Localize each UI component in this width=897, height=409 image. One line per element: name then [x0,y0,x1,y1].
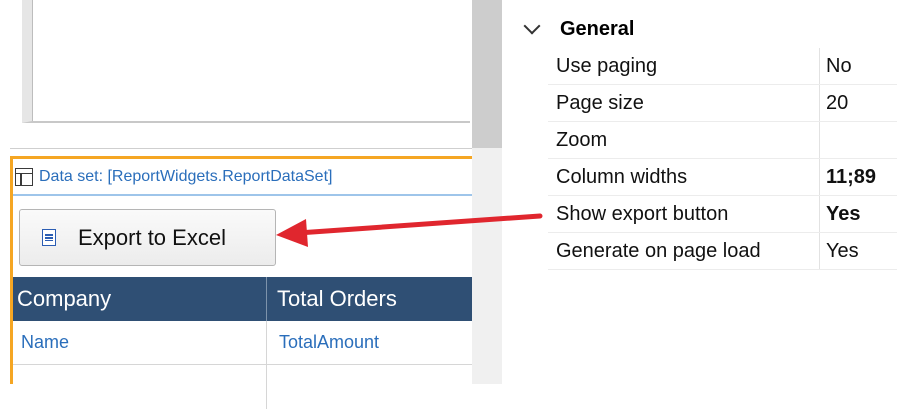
property-row-generate-on-page-load[interactable]: Generate on page load Yes [548,233,897,270]
scrollbar-thumb[interactable] [472,0,502,148]
property-value[interactable]: 20 [820,85,897,121]
property-grid: Use paging No Page size 20 Zoom Column w… [548,48,897,270]
property-value[interactable]: 11;89 [820,159,897,195]
property-value[interactable]: Yes [820,196,897,232]
designer-top-area [10,0,472,149]
property-name: Zoom [548,122,820,158]
property-value[interactable]: Yes [820,233,897,269]
property-row-show-export-button[interactable]: Show export button Yes [548,196,897,233]
grid-cell-name[interactable]: Name [13,321,267,364]
designer-pane: Data set: [ReportWidgets.ReportDataSet] … [0,0,472,409]
grid-header: Company Total Orders [13,277,472,321]
spreadsheet-icon [42,229,56,246]
property-name: Generate on page load [548,233,820,269]
property-row-page-size[interactable]: Page size 20 [548,85,897,122]
table-icon [15,167,33,186]
property-row-use-paging[interactable]: Use paging No [548,48,897,85]
dataset-bar[interactable]: Data set: [ReportWidgets.ReportDataSet] [13,159,472,196]
export-to-excel-button[interactable]: Export to Excel [19,209,276,266]
property-row-zoom[interactable]: Zoom [548,122,897,159]
group-header-general[interactable]: General [510,10,897,48]
grid-cell-total-amount[interactable]: TotalAmount [267,321,472,364]
property-name: Column widths [548,159,820,195]
property-value[interactable] [820,122,897,158]
grid-cell-empty[interactable] [13,365,267,409]
report-widget[interactable]: Data set: [ReportWidgets.ReportDataSet] … [10,156,472,409]
property-name: Use paging [548,48,820,84]
column-header-company[interactable]: Company [13,277,267,321]
property-name: Page size [548,85,820,121]
table-row[interactable]: Name TotalAmount [13,321,472,365]
upper-widget-frame[interactable] [22,0,470,123]
column-header-total-orders[interactable]: Total Orders [267,277,472,321]
property-value[interactable]: No [820,48,897,84]
dataset-label: Data set: [ReportWidgets.ReportDataSet] [39,167,333,185]
property-name: Show export button [548,196,820,232]
properties-pane: General Use paging No Page size 20 Zoom … [510,0,897,384]
chevron-down-icon[interactable] [523,17,541,35]
table-row[interactable] [13,365,472,409]
group-label: General [560,17,635,40]
export-button-label: Export to Excel [78,224,226,250]
property-row-column-widths[interactable]: Column widths 11;89 [548,159,897,196]
grid-cell-empty[interactable] [267,365,472,409]
